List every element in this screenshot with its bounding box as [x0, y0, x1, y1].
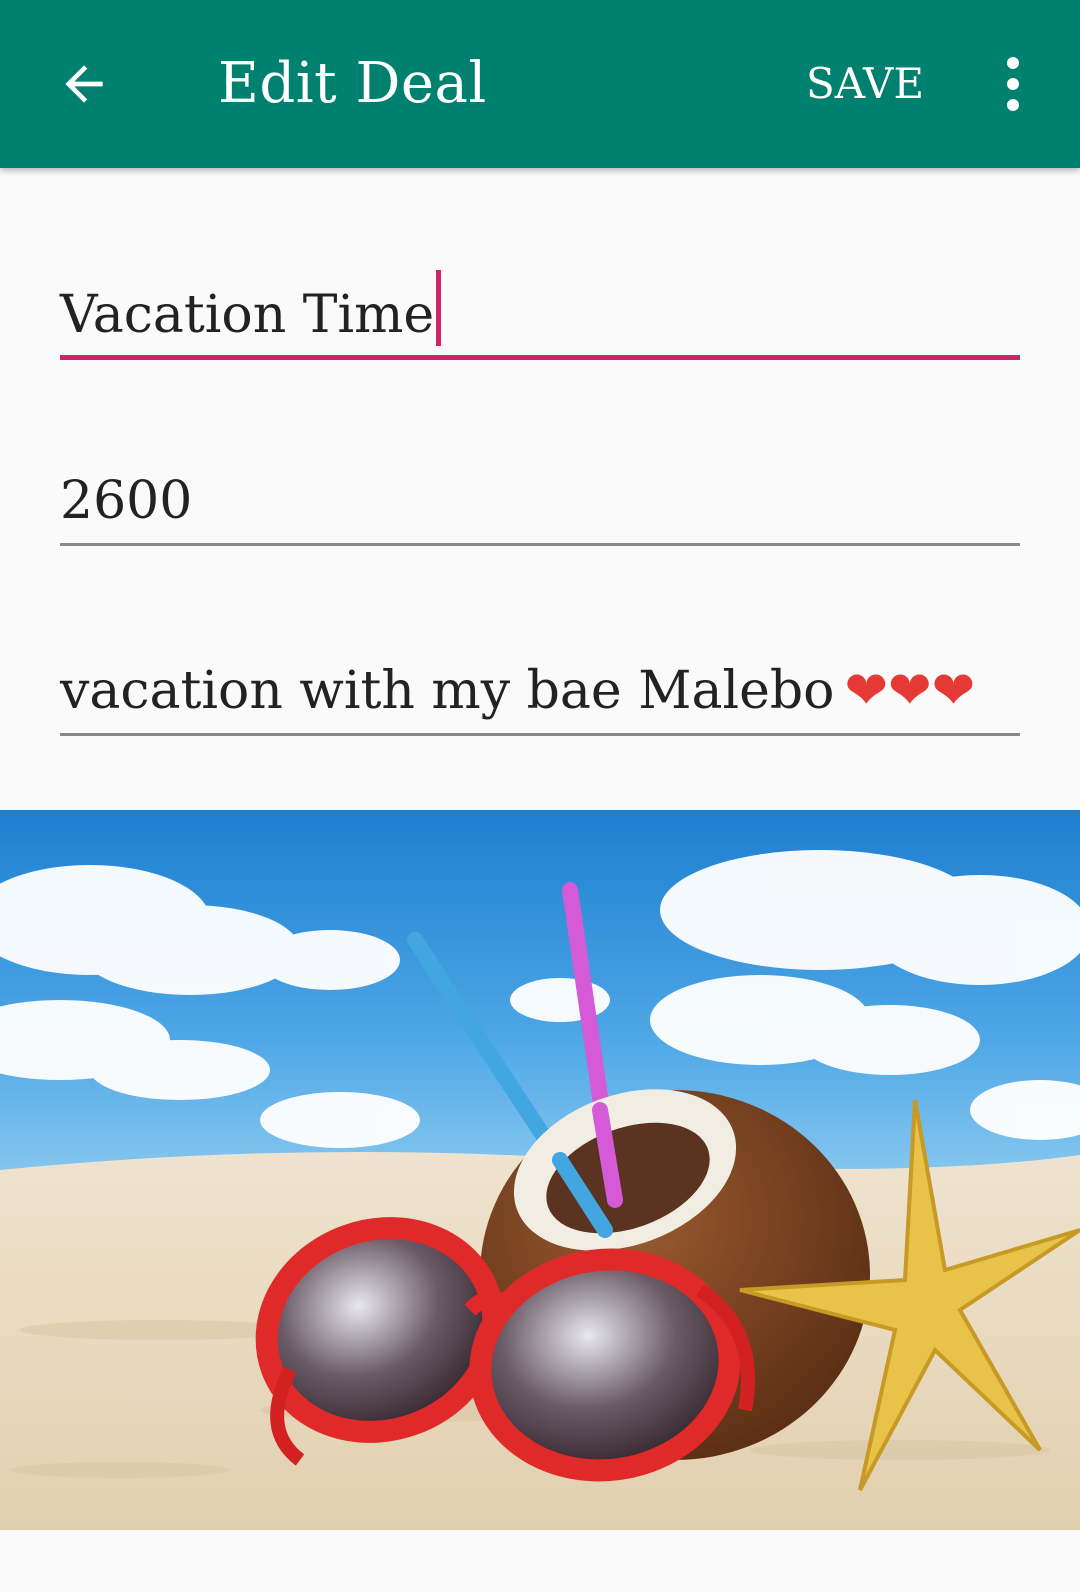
beach-illustration	[0, 810, 1080, 1530]
deal-price-value: 2600	[60, 471, 193, 531]
edit-deal-screen: Edit Deal SAVE Vacation Time 2600 vacati…	[0, 0, 1080, 1592]
arrow-left-icon	[65, 65, 103, 103]
heart-emoji-icons: ❤❤❤	[844, 661, 976, 721]
back-button[interactable]	[40, 40, 128, 128]
save-button[interactable]: SAVE	[800, 48, 930, 120]
overflow-menu-button[interactable]	[980, 44, 1046, 124]
text-cursor	[436, 270, 442, 346]
app-toolbar: Edit Deal SAVE	[0, 0, 1080, 168]
deal-title-value: Vacation Time	[60, 285, 435, 345]
page-title: Edit Deal	[218, 51, 487, 116]
more-vert-icon	[1007, 57, 1019, 111]
beach-deal-image[interactable]	[0, 810, 1080, 1530]
field-underline	[60, 543, 1020, 546]
field-underline	[60, 355, 1020, 360]
deal-description-field[interactable]: vacation with my bae Malebo ❤❤❤	[60, 652, 1020, 736]
deal-title-field[interactable]: Vacation Time	[60, 270, 1020, 360]
deal-description-value: vacation with my bae Malebo	[60, 661, 835, 721]
deal-price-field[interactable]: 2600	[60, 462, 1020, 546]
field-underline	[60, 733, 1020, 736]
